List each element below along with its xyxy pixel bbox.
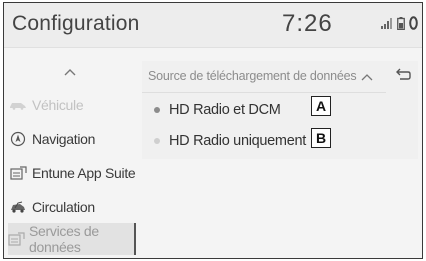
- sidebar-scroll-up-button[interactable]: [4, 55, 136, 89]
- title-bar: Configuration 7:26: [4, 3, 422, 48]
- data-services-icon: [8, 230, 25, 248]
- signal-bars-icon: [381, 17, 393, 29]
- chevron-up-icon: [361, 74, 373, 81]
- sidebar: Véhicule Navigation Entune App Suite Cir…: [4, 49, 138, 258]
- data-source-panel: Source de téléchargement de données HD R…: [142, 61, 418, 159]
- back-button[interactable]: [389, 62, 415, 88]
- callout-a: A: [311, 96, 331, 116]
- sidebar-item-label: Circulation: [32, 199, 95, 215]
- sidebar-item-label: Navigation: [32, 131, 96, 147]
- sidebar-item-services-de-donnees[interactable]: Services de données: [8, 223, 136, 255]
- option-label: HD Radio et DCM: [169, 101, 281, 118]
- sidebar-item-label: Entune App Suite: [32, 165, 136, 181]
- traffic-car-icon: [8, 198, 28, 216]
- option-inactive-indicator: [154, 137, 160, 144]
- callout-b: B: [311, 128, 331, 148]
- clock: 7:26: [282, 10, 333, 37]
- option-hd-radio-only[interactable]: HD Radio uniquement: [142, 125, 386, 156]
- sidebar-item-navigation[interactable]: Navigation: [8, 123, 136, 155]
- chevron-up-icon: [64, 69, 76, 76]
- page-title: Configuration: [12, 12, 140, 35]
- collapse-button[interactable]: [356, 69, 378, 85]
- car-icon: [8, 96, 28, 114]
- navigation-compass-icon: [8, 130, 28, 148]
- sidebar-item-circulation[interactable]: Circulation: [8, 191, 136, 223]
- option-hd-radio-dcm[interactable]: HD Radio et DCM: [142, 94, 386, 125]
- sidebar-item-entune-app-suite[interactable]: Entune App Suite: [8, 157, 136, 189]
- screen-frame: Configuration 7:26 Véhicule Navigation E…: [3, 2, 423, 259]
- option-label: HD Radio uniquement: [169, 132, 306, 149]
- status-icons: [381, 16, 418, 30]
- panel-title: Source de téléchargement de données: [148, 69, 357, 83]
- panel-header[interactable]: Source de téléchargement de données: [142, 61, 386, 93]
- sidebar-item-label: Véhicule: [32, 97, 84, 113]
- app-suite-icon: [8, 164, 28, 182]
- back-arrow-icon: [396, 68, 411, 80]
- sidebar-item-vehicule: Véhicule: [8, 89, 136, 121]
- sidebar-item-label: Services de données: [29, 223, 99, 255]
- option-active-indicator: [154, 106, 160, 113]
- bluetooth-connection-icon: [409, 16, 418, 30]
- phone-battery-icon: [397, 16, 405, 30]
